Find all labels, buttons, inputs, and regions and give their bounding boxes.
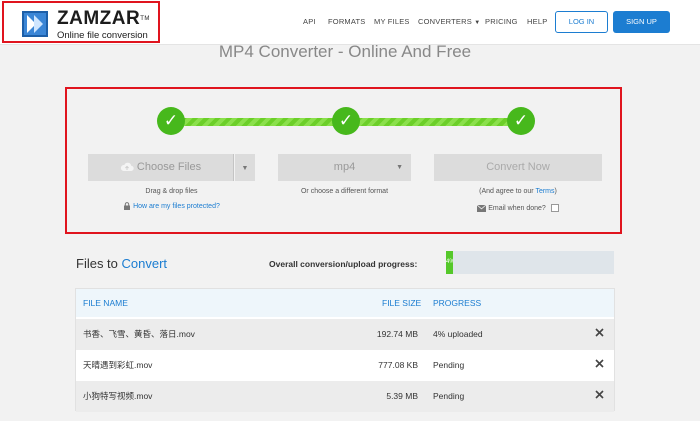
overall-progress-fill: 4% (446, 251, 453, 274)
caret-down-icon: ▼ (474, 20, 481, 26)
overall-progress-bar: 4% (446, 251, 614, 274)
page-title: MP4 Converter - Online And Free (218, 42, 472, 61)
format-select[interactable]: mp4 ▼ (278, 154, 411, 181)
drag-drop-note: Drag & drop files (145, 188, 198, 195)
login-button[interactable]: LOG IN (555, 11, 608, 33)
format-select-value: mp4 (333, 161, 356, 173)
convert-now-button[interactable]: Convert Now (434, 154, 602, 181)
top-navbar: ZAMZARTM Online file conversion API FORM… (0, 0, 700, 45)
nav-converters[interactable]: CONVERTERS ▼ (418, 17, 480, 26)
step-progress-bar-1 (170, 118, 348, 126)
overall-progress-label: Overall conversion/upload progress: (269, 259, 418, 269)
terms-note: (And agree to our Terms) (434, 188, 602, 195)
column-header-file-size: FILE SIZE (382, 298, 422, 308)
caret-down-icon: ▼ (396, 164, 403, 171)
file-progress-cell: 4% uploaded (433, 329, 483, 339)
step-progress-bar-2 (346, 118, 522, 126)
logo-tagline: Online file conversion (57, 30, 148, 41)
terms-link[interactable]: Terms (535, 188, 554, 195)
file-size-cell: 192.74 MB (376, 329, 418, 339)
table-row: 书香、飞雪、黄昏、落日.mov 192.74 MB 4% uploaded (76, 319, 614, 350)
step-3-check-icon: ✓ (507, 107, 535, 135)
file-size-cell: 777.08 KB (378, 360, 418, 370)
converter-panel: ✓ ✓ ✓ Choose Files ▼ Drag & drop files H… (65, 87, 622, 234)
file-name-cell: 小狗特写视频.mov (83, 391, 153, 401)
file-progress-cell: Pending (433, 360, 465, 370)
table-row: 小狗特写视频.mov 5.39 MB Pending (76, 381, 614, 412)
step-2-check-icon: ✓ (332, 107, 360, 135)
email-when-done-label: Email when done? (488, 204, 546, 212)
logo-wordmark: ZAMZAR (57, 8, 141, 29)
terms-note-suffix: ) (554, 188, 557, 195)
files-title-accent: Convert (121, 256, 168, 271)
table-header: FILE NAME FILE SIZE PROGRESS (76, 289, 614, 317)
nav-converters-label: CONVERTERS (418, 17, 472, 26)
choose-files-label: Choose Files (136, 161, 202, 173)
step-1-check-icon: ✓ (157, 107, 185, 135)
email-when-done-checkbox[interactable] (550, 204, 559, 212)
nav-api[interactable]: API (303, 17, 316, 26)
table-row: 天晴遇到彩虹.mov 777.08 KB Pending (76, 350, 614, 381)
nav-my-files[interactable]: MY FILES (374, 17, 410, 26)
file-name-cell: 天晴遇到彩虹.mov (83, 360, 153, 370)
files-title-prefix: Files to (76, 256, 122, 271)
caret-down-icon: ▼ (241, 165, 249, 172)
remove-file-icon[interactable] (595, 359, 604, 368)
file-name-cell: 书香、飞雪、黄昏、落日.mov (83, 329, 195, 339)
files-table: FILE NAME FILE SIZE PROGRESS 书香、飞雪、黄昏、落日… (75, 288, 615, 412)
remove-file-icon[interactable] (595, 328, 604, 337)
signup-button[interactable]: SIGN UP (613, 11, 670, 33)
logo-trademark: TM (140, 16, 150, 22)
nav-help[interactable]: HELP (527, 17, 547, 26)
remove-file-icon[interactable] (595, 390, 604, 399)
format-note: Or choose a different format (300, 188, 389, 195)
zamzar-logo-icon (22, 11, 48, 37)
zamzar-logo[interactable]: ZAMZARTM Online file conversion (2, 1, 160, 43)
file-progress-cell: Pending (433, 391, 465, 401)
file-size-cell: 5.39 MB (386, 391, 418, 401)
nav-formats[interactable]: FORMATS (328, 17, 366, 26)
column-header-file-name: FILE NAME (83, 298, 128, 308)
nav-pricing[interactable]: PRICING (485, 17, 518, 26)
column-header-progress: PROGRESS (433, 298, 482, 308)
files-protected-row: How are my files protected? (88, 202, 255, 210)
terms-note-prefix: (And agree to our (479, 188, 536, 195)
lock-icon (124, 202, 131, 210)
choose-files-dropdown[interactable]: ▼ (235, 154, 255, 181)
files-protected-link[interactable]: How are my files protected? (133, 203, 220, 210)
envelope-icon (477, 204, 487, 212)
email-when-done-row: Email when done? (434, 204, 602, 212)
cloud-upload-icon (120, 162, 134, 172)
choose-files-button[interactable]: Choose Files (88, 154, 234, 181)
files-section-title: Files to Convert (76, 256, 167, 272)
